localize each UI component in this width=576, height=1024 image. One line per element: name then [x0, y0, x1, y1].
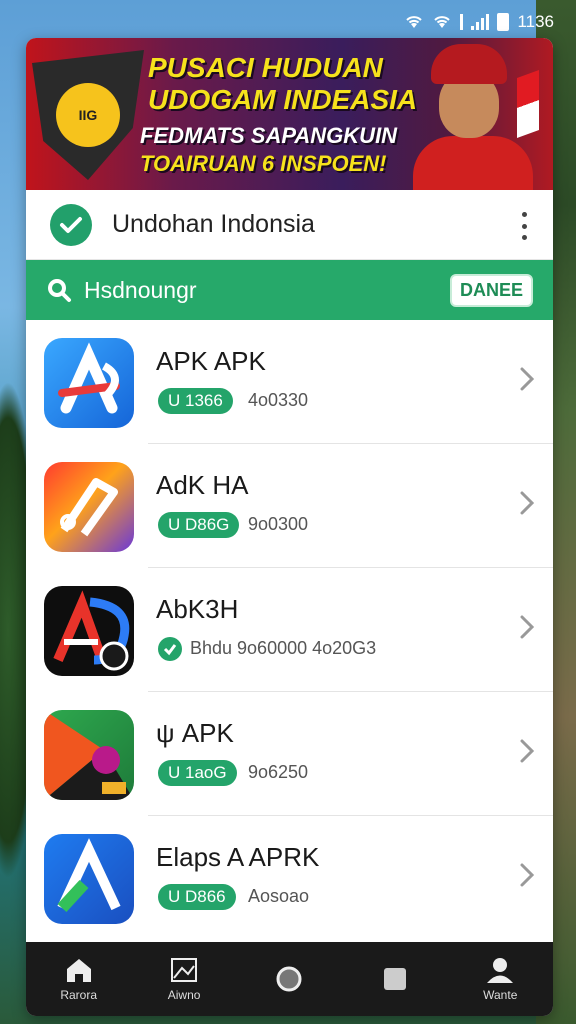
app-card: IIG PUSACI HUDUAN UDOGAM INDEASIA FEDMAT…: [26, 38, 553, 1016]
nav-profile-label: Wante: [483, 988, 518, 1002]
banner-logo-text: IIG: [56, 83, 120, 147]
app-title: Undohan Indonsia: [112, 210, 315, 238]
nav-gallery[interactable]: Aiwno: [139, 956, 229, 1002]
profile-icon: [487, 958, 514, 983]
nav-profile[interactable]: Wante: [455, 956, 545, 1002]
banner-headline: PUSACI HUDUAN UDOGAM INDEASIA: [148, 52, 418, 116]
wifi-icon: [434, 16, 451, 28]
status-time: 1136: [517, 12, 554, 31]
list-item[interactable]: AbK3H Bhdu 9o60000 4o20G3: [26, 568, 553, 692]
search-button[interactable]: DANEE: [449, 273, 533, 307]
app-list: APK APK U 1366 4o0330 AdK HA U D86G 9o03…: [26, 320, 553, 940]
chevron-right-icon: [520, 739, 535, 763]
app-name: APK APK: [156, 346, 266, 376]
banner-headline-line2: UDOGAM INDEASIA: [148, 84, 418, 115]
app-badge: U D86G: [158, 512, 240, 538]
app-badge: U D866: [158, 884, 236, 910]
square-icon: [383, 968, 406, 990]
app-meta: 9o6250: [248, 762, 309, 782]
more-options-icon[interactable]: [519, 212, 529, 240]
nav-home-label: Rarora: [60, 988, 98, 1002]
list-item[interactable]: AdK HA U D86G 9o0300: [26, 444, 553, 568]
search-icon: [48, 279, 71, 302]
list-item[interactable]: APK APK U 1366 4o0330: [26, 320, 553, 444]
banner-sub-line1: FEDMATS SAPANGKUIN: [140, 123, 398, 148]
bottom-navigation: Rarora Aiwno Wante: [26, 942, 553, 1016]
app-icon: [44, 462, 134, 552]
signal-icon: [460, 14, 464, 30]
app-name: AdK HA: [156, 470, 249, 500]
nav-circle[interactable]: [244, 964, 334, 994]
chevron-right-icon: [520, 615, 535, 639]
gallery-icon: [171, 958, 198, 982]
list-item[interactable]: ψ APK U 1aoG 9o6250: [26, 692, 553, 816]
battery-icon: [497, 13, 510, 31]
app-name: ψ APK: [156, 718, 234, 748]
chevron-right-icon: [520, 491, 535, 515]
app-meta: Aosoao: [248, 886, 310, 906]
list-item[interactable]: Elaps A APRK U D866 Aosoao: [26, 816, 553, 940]
app-meta: Bhdu 9o60000 4o20G3: [190, 638, 377, 658]
app-badge: U 1366: [158, 388, 233, 414]
banner-subheadline: FEDMATS SAPANGKUIN TOAIRUAN 6 INSPOEN!: [140, 122, 400, 178]
banner-sub-line2: TOAIRUAN 6 INSPOEN!: [140, 151, 387, 176]
verified-check-icon: [158, 637, 182, 661]
app-logo-check-icon: [50, 203, 92, 246]
app-icon: [44, 586, 134, 676]
chevron-right-icon: [520, 863, 535, 887]
app-name: Elaps A APRK: [156, 842, 320, 872]
banner-logo: IIG: [32, 50, 144, 180]
chevron-right-icon: [520, 367, 535, 391]
search-input[interactable]: Hsdnoungr: [84, 277, 450, 304]
signal-bars-icon: [471, 14, 490, 30]
app-icon: [44, 338, 134, 428]
nav-square[interactable]: [350, 964, 440, 994]
app-icon: [44, 834, 134, 924]
circle-icon: [276, 966, 302, 992]
search-bar[interactable]: Hsdnoungr DANEE: [26, 260, 553, 320]
wifi-icon: [406, 16, 423, 28]
promo-banner[interactable]: IIG PUSACI HUDUAN UDOGAM INDEASIA FEDMAT…: [26, 38, 553, 190]
nav-home[interactable]: Rarora: [34, 956, 124, 1002]
banner-child-image: [407, 44, 539, 190]
banner-headline-line1: PUSACI HUDUAN: [148, 52, 383, 83]
status-bar: 1136: [404, 8, 554, 36]
home-icon: [66, 959, 91, 982]
app-meta: 9o0300: [248, 514, 309, 534]
app-meta: 4o0330: [248, 390, 309, 410]
app-name: AbK3H: [156, 594, 239, 624]
app-icon: [44, 710, 134, 800]
app-badge: U 1aoG: [158, 760, 237, 786]
app-header: Undohan Indonsia: [26, 190, 553, 260]
nav-gallery-label: Aiwno: [167, 988, 201, 1002]
